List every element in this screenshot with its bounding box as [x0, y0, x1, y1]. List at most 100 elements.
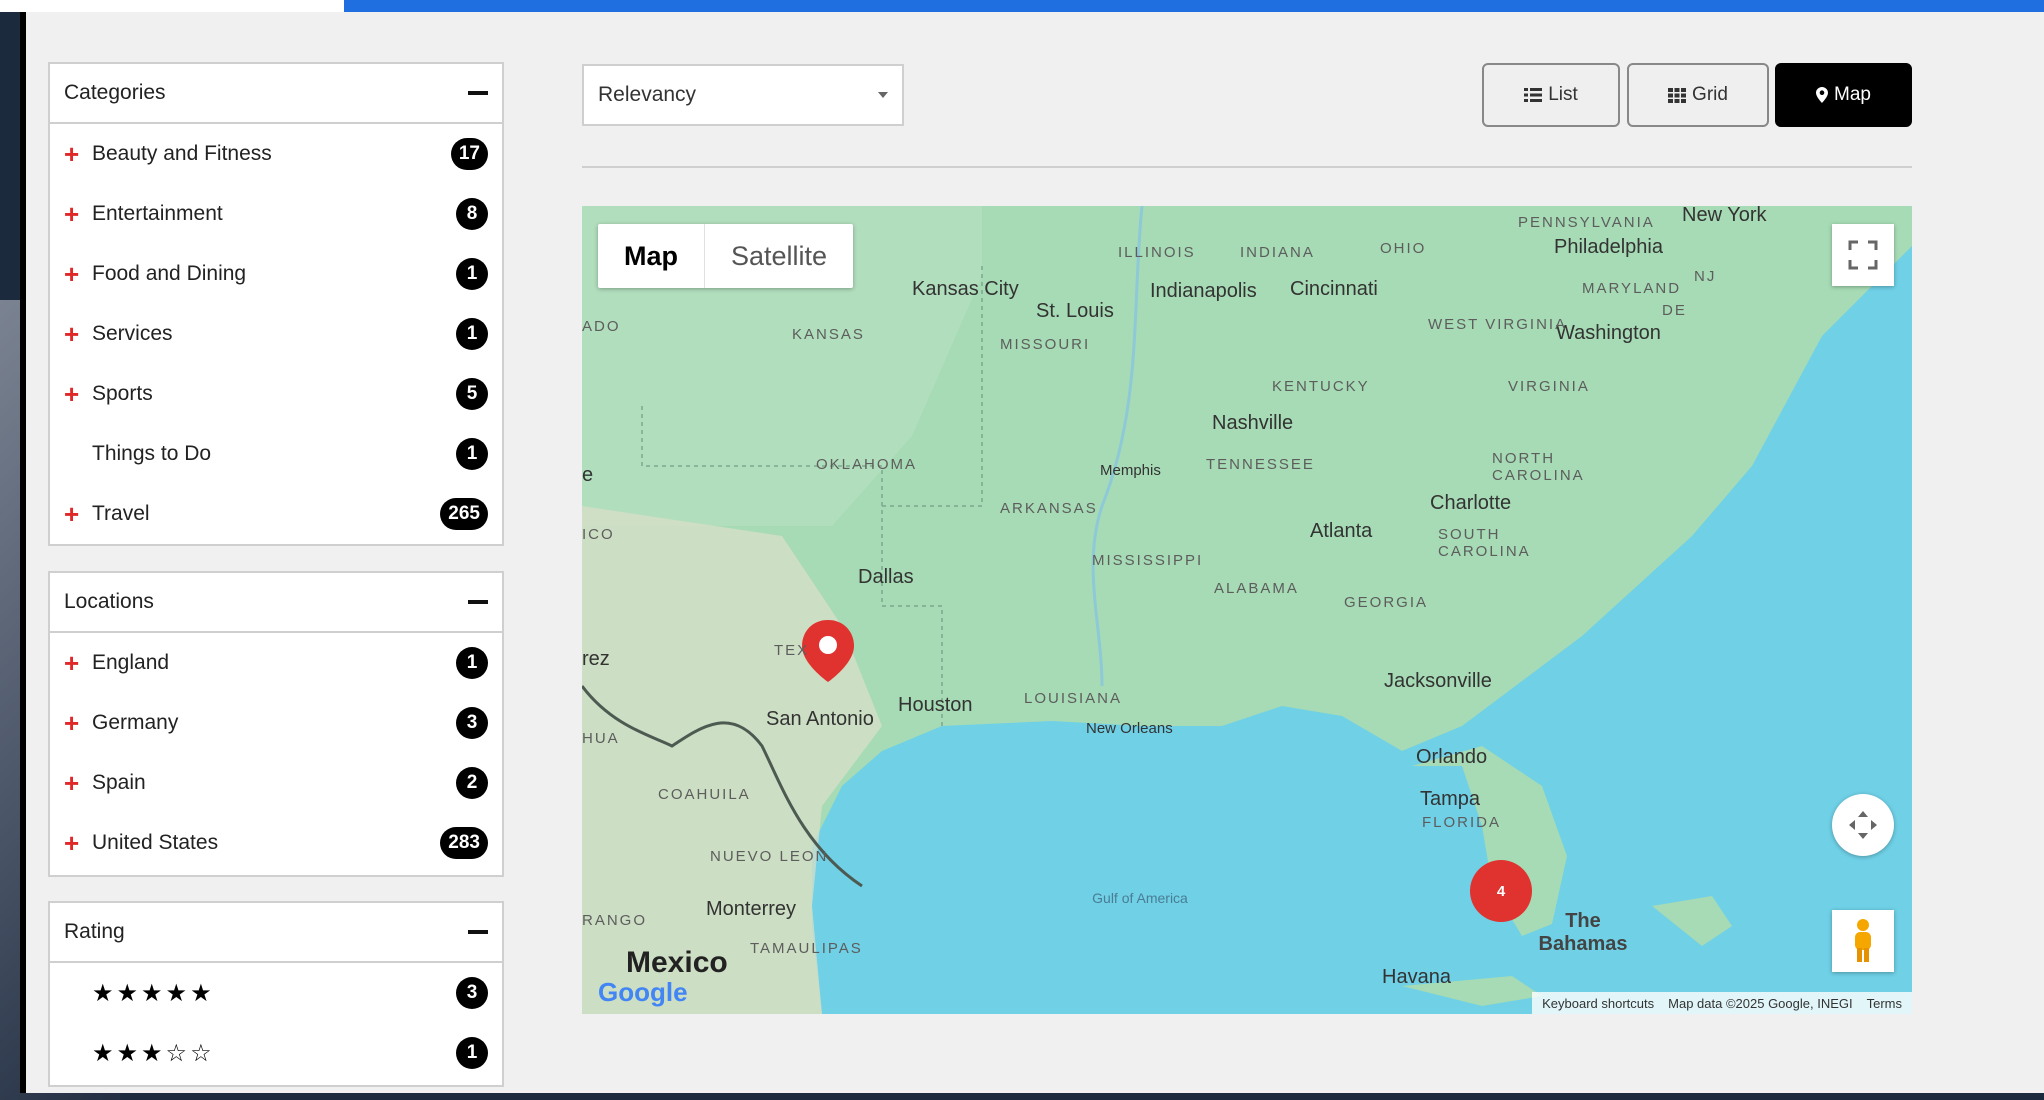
map-label: NORTH CAROLINA	[1492, 450, 1585, 484]
category-label[interactable]: Services	[92, 322, 456, 346]
category-item-services[interactable]: + Services 1	[50, 304, 502, 364]
map-canvas[interactable]: Map Satellite 4 New York PENNSYLVANIA Ph…	[582, 206, 1912, 1014]
category-label[interactable]: Entertainment	[92, 202, 456, 226]
collapse-icon[interactable]	[468, 600, 488, 604]
collapse-icon[interactable]	[468, 930, 488, 934]
map-label: Tampa	[1420, 788, 1481, 810]
rating-title: Rating	[64, 920, 125, 943]
terms-link[interactable]: Terms	[1867, 996, 1902, 1011]
location-label[interactable]: Germany	[92, 711, 456, 735]
fullscreen-button[interactable]	[1832, 224, 1894, 286]
map-view-button[interactable]: Map	[1775, 63, 1912, 127]
expand-plus-icon[interactable]: +	[64, 141, 92, 167]
expand-plus-icon[interactable]: +	[64, 650, 92, 676]
count-badge: 8	[456, 198, 488, 230]
map-label: ILLINOIS	[1118, 244, 1196, 261]
location-item-united-states[interactable]: + United States 283	[50, 813, 502, 873]
expand-plus-icon[interactable]: +	[64, 770, 92, 796]
category-label[interactable]: Sports	[92, 382, 456, 406]
list-label: List	[1548, 84, 1578, 105]
map-label: Atlanta	[1310, 520, 1373, 542]
star-rating-icon[interactable]: ★★★☆☆	[64, 1039, 456, 1068]
category-item-food[interactable]: + Food and Dining 1	[50, 244, 502, 304]
count-badge: 5	[456, 378, 488, 410]
map-label: GEORGIA	[1344, 594, 1429, 611]
map-label: Nashville	[1212, 412, 1294, 434]
category-item-sports[interactable]: + Sports 5	[50, 364, 502, 424]
expand-plus-icon[interactable]: +	[64, 830, 92, 856]
sort-value: Relevancy	[598, 83, 697, 106]
count-badge: 1	[456, 647, 488, 679]
map-label: Gulf of America	[1092, 890, 1188, 906]
map-label: MISSOURI	[1000, 336, 1091, 353]
map-label: rez	[582, 648, 610, 670]
map-label: Jacksonville	[1384, 670, 1492, 692]
keyboard-shortcuts-link[interactable]: Keyboard shortcuts	[1542, 996, 1654, 1011]
map-label: OKLAHOMA	[816, 456, 918, 473]
map-label: Dallas	[858, 566, 914, 588]
map-label: Monterrey	[706, 898, 797, 920]
location-label[interactable]: England	[92, 651, 456, 675]
top-bar-left	[0, 0, 344, 12]
map-type-satellite-button[interactable]: Satellite	[705, 224, 853, 288]
camera-control-button[interactable]	[1832, 794, 1894, 856]
map-label: New Orleans	[1086, 720, 1173, 737]
location-label[interactable]: Spain	[92, 771, 456, 795]
map-label: St. Louis	[1036, 300, 1114, 322]
category-label[interactable]: Things to Do	[92, 442, 456, 466]
marker-cluster[interactable]: 4	[1470, 860, 1532, 922]
category-label[interactable]: Food and Dining	[92, 262, 456, 286]
map-label: Houston	[898, 694, 973, 716]
location-label[interactable]: United States	[92, 831, 440, 855]
category-label[interactable]: Travel	[92, 502, 440, 526]
collapse-icon[interactable]	[468, 91, 488, 95]
count-badge: 1	[456, 318, 488, 350]
map-label: TEX	[774, 642, 810, 659]
count-badge: 2	[456, 767, 488, 799]
map-label: TAMAULIPAS	[750, 940, 863, 957]
location-item-spain[interactable]: + Spain 2	[50, 753, 502, 813]
list-view-button[interactable]: List	[1482, 63, 1620, 127]
category-item-entertainment[interactable]: + Entertainment 8	[50, 184, 502, 244]
grid-view-button[interactable]: Grid	[1627, 63, 1769, 127]
category-item-beauty[interactable]: + Beauty and Fitness 17	[50, 124, 502, 184]
map-label: FLORIDA	[1422, 814, 1502, 831]
map-label: Philadelphia	[1554, 236, 1663, 258]
rating-header[interactable]: Rating	[50, 903, 502, 963]
sort-select[interactable]: Relevancy	[582, 64, 904, 126]
google-logo: Google	[598, 977, 688, 1007]
location-item-england[interactable]: + England 1	[50, 633, 502, 693]
expand-plus-icon[interactable]: +	[64, 381, 92, 407]
map-label: Charlotte	[1430, 492, 1512, 514]
category-item-travel[interactable]: + Travel 265	[50, 484, 502, 544]
categories-header[interactable]: Categories	[50, 64, 502, 124]
map-label: NJ	[1694, 268, 1717, 285]
map-label: MISSISSIPPI	[1092, 552, 1204, 569]
expand-plus-icon[interactable]: +	[64, 261, 92, 287]
map-label: INDIANA	[1240, 244, 1315, 261]
location-item-germany[interactable]: + Germany 3	[50, 693, 502, 753]
rating-item-3[interactable]: ★★★☆☆ 1	[50, 1023, 502, 1083]
map-label: ARKANSAS	[1000, 500, 1098, 517]
map-type-map-button[interactable]: Map	[598, 224, 705, 288]
locations-header[interactable]: Locations	[50, 573, 502, 633]
caret-down-icon	[878, 92, 888, 98]
map-label: HUA	[582, 730, 620, 747]
map-label: Indianapolis	[1150, 280, 1257, 302]
map-label: TENNESSEE	[1206, 456, 1315, 473]
expand-plus-icon[interactable]: +	[64, 321, 92, 347]
category-item-things-to-do[interactable]: + Things to Do 1	[50, 424, 502, 484]
expand-plus-icon[interactable]: +	[64, 710, 92, 736]
map-label: NUEVO LEON	[710, 848, 829, 865]
rating-item-5[interactable]: ★★★★★ 3	[50, 963, 502, 1023]
category-label[interactable]: Beauty and Fitness	[92, 142, 451, 166]
star-rating-icon[interactable]: ★★★★★	[64, 979, 456, 1008]
rating-widget: Rating ★★★★★ 3 ★★★☆☆ 1	[48, 901, 504, 1087]
map-label: VIRGINIA	[1508, 378, 1590, 395]
map-type-control: Map Satellite	[598, 224, 854, 288]
locations-title: Locations	[64, 590, 154, 613]
map-label: Memphis	[1100, 462, 1161, 479]
street-view-button[interactable]	[1832, 910, 1894, 972]
expand-plus-icon[interactable]: +	[64, 501, 92, 527]
expand-plus-icon[interactable]: +	[64, 201, 92, 227]
